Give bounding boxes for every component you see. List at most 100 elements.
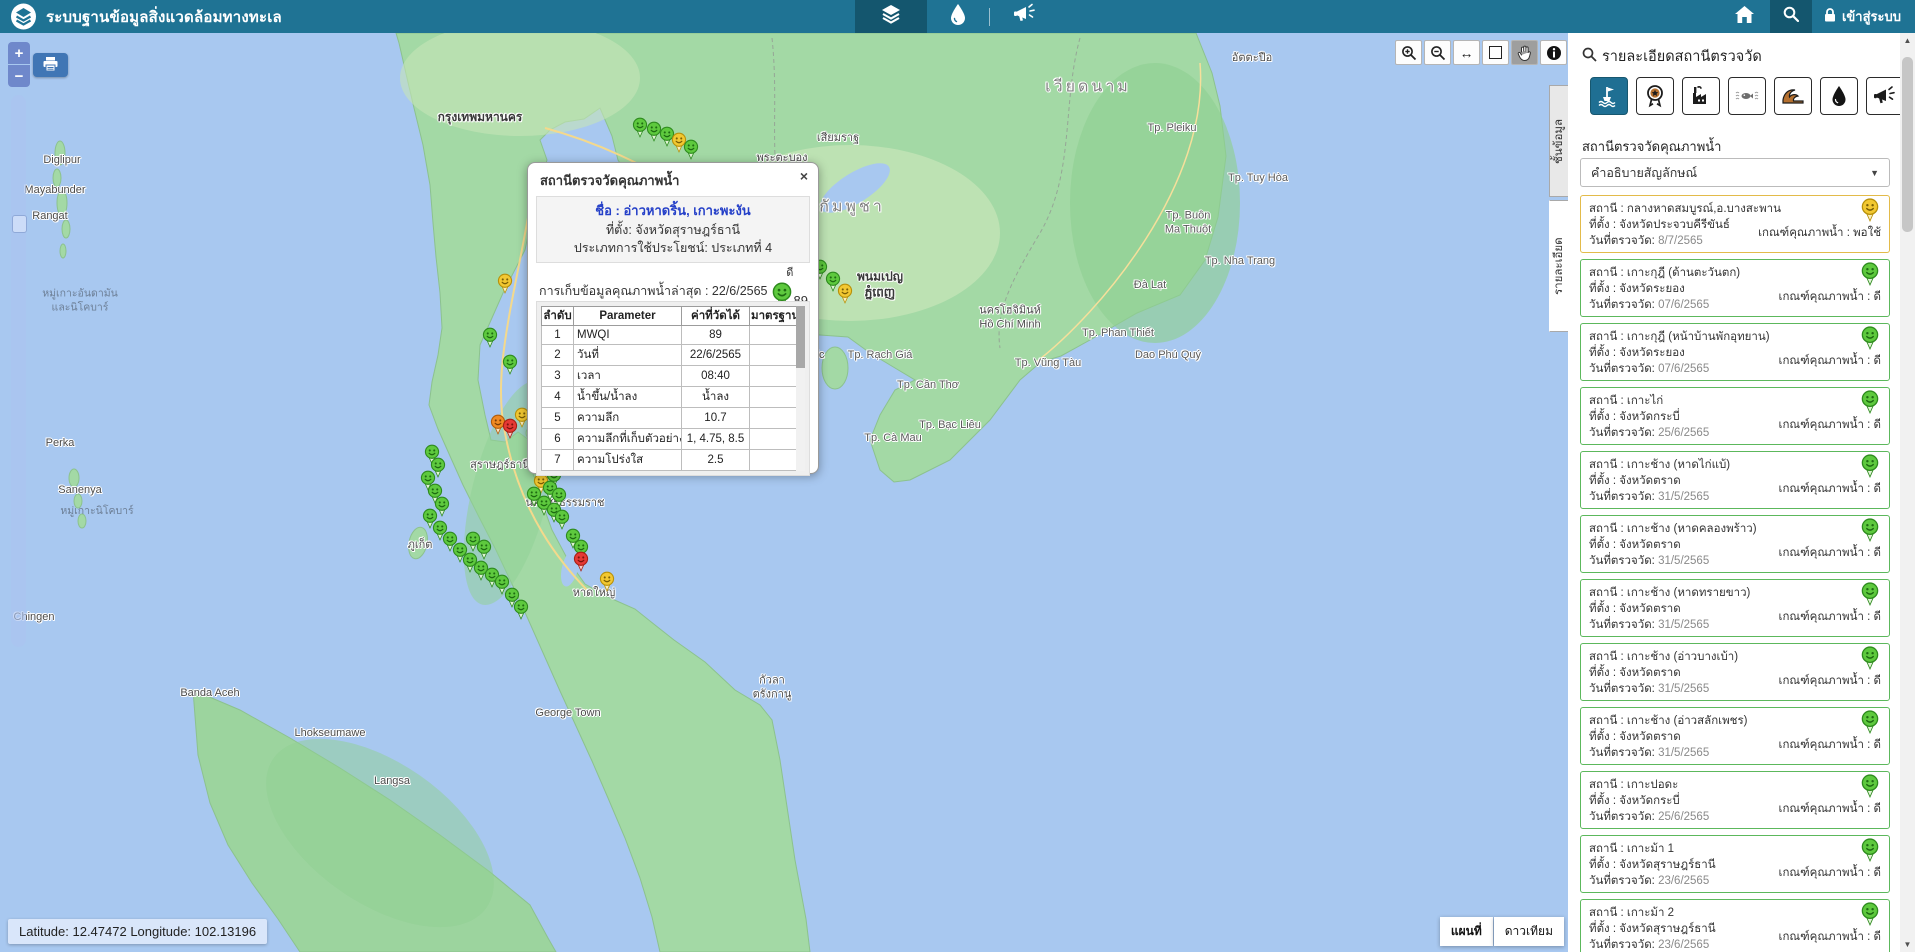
filter-factory[interactable] [1682, 77, 1720, 115]
zoom-in-box-tool[interactable] [1395, 40, 1422, 65]
layers-tool-button[interactable] [855, 0, 927, 33]
station-marker-g[interactable] [514, 599, 529, 625]
table-cell: 22/6/2565 [682, 345, 750, 366]
filter-award[interactable] [1636, 77, 1674, 115]
print-button[interactable] [33, 53, 68, 77]
station-marker-y[interactable] [498, 273, 513, 299]
zoom-slider-handle[interactable] [12, 215, 27, 233]
table-cell: 5 [542, 408, 574, 429]
megaphone-icon [1873, 85, 1897, 107]
table-header: Parameter [574, 307, 682, 326]
login-button[interactable]: เข้าสู่ระบบ [1812, 6, 1915, 27]
table-header: ลำดับ [542, 307, 574, 326]
table-cell: ความลึกที่เก็บตัวอย่าง [574, 429, 682, 450]
table-header: ค่าที่วัดได้ [682, 307, 750, 326]
filter-fish-sonar[interactable] [1728, 77, 1766, 115]
table-row: 5ความลึก10.7 [542, 408, 800, 429]
table-cell: 89 [682, 326, 750, 345]
filter-wave-erosion[interactable] [1774, 77, 1812, 115]
fish-sonar-icon [1735, 88, 1759, 104]
station-marker-g[interactable] [633, 117, 648, 143]
search-button[interactable] [1770, 0, 1812, 33]
map-zoom-out-button[interactable]: − [8, 65, 30, 87]
search-icon [1582, 47, 1597, 66]
map-zoom-in-button[interactable]: + [8, 42, 30, 64]
table-cell: 6 [542, 429, 574, 450]
scroll-up-arrow[interactable]: ▲ [1900, 33, 1915, 48]
station-marker-r[interactable] [574, 551, 589, 577]
station-card[interactable]: สถานี : เกาะม้า 2ที่ตั้ง : จังหวัดสุราษฎ… [1580, 899, 1890, 952]
table-cell [750, 326, 800, 345]
station-card[interactable]: สถานี : เกาะช้าง (อ่าวบางเบ้า)ที่ตั้ง : … [1580, 643, 1890, 701]
filter-oil-drop[interactable] [1820, 77, 1858, 115]
station-card[interactable]: สถานี : เกาะช้าง (อ่าวสลักเพชร)ที่ตั้ง :… [1580, 707, 1890, 765]
table-cell: เวลา [574, 366, 682, 387]
rectangle-icon [1489, 46, 1502, 59]
station-card[interactable]: สถานี : เกาะม้า 1ที่ตั้ง : จังหวัดสุราษฎ… [1580, 835, 1890, 893]
map-type-satellite-button[interactable]: ดาวเทียม [1494, 917, 1564, 946]
table-cell: 1 [542, 326, 574, 345]
station-marker-y[interactable] [600, 571, 615, 597]
home-button[interactable] [1720, 0, 1770, 33]
quality-pin-icon [1861, 582, 1879, 609]
map-zoom-slider[interactable] [11, 95, 26, 647]
station-quality: เกณฑ์คุณภาพน้ำ : พอใช้ [1758, 224, 1881, 242]
station-quality: เกณฑ์คุณภาพน้ำ : ดี [1779, 608, 1881, 626]
station-card[interactable]: สถานี : เกาะปอดะที่ตั้ง : จังหวัดกระบี่ว… [1580, 771, 1890, 829]
quality-pin-icon [1861, 262, 1879, 289]
table-cell: ความลึก [574, 408, 682, 429]
hand-icon [1517, 45, 1532, 61]
tab-data-layers[interactable]: ชั้นข้อมูล [1549, 85, 1568, 197]
filter-announcement[interactable] [1866, 77, 1904, 115]
table-cell: น้ำขึ้น/น้ำลง [574, 387, 682, 408]
pan-extent-tool[interactable]: ↔ [1453, 40, 1480, 65]
table-row: 7ความโปร่งใส2.5 [542, 450, 800, 471]
table-cell [750, 429, 800, 450]
popup-close-icon[interactable]: × [800, 168, 808, 184]
sidebar-scrollbar[interactable]: ▲ ▼ [1900, 33, 1915, 952]
station-marker-g[interactable] [477, 539, 492, 565]
table-scrollbar[interactable] [796, 306, 805, 471]
station-marker-g[interactable] [503, 354, 518, 380]
quality-pin-icon [1861, 326, 1879, 353]
zoom-out-box-tool[interactable] [1424, 40, 1451, 65]
popup-station-name: ชื่อ : อ่าวหาดริ้น, เกาะพะงัน [539, 201, 807, 221]
top-navbar: ระบบฐานข้อมูลสิ่งแวดล้อมทางทะเล [0, 0, 1915, 33]
station-card[interactable]: สถานี : เกาะช้าง (หาดไก่แบ้)ที่ตั้ง : จั… [1580, 451, 1890, 509]
station-card[interactable]: สถานี : เกาะช้าง (หาดคลองพร้าว)ที่ตั้ง :… [1580, 515, 1890, 573]
legend-dropdown[interactable]: คำอธิบายสัญลักษณ์ ▼ [1580, 158, 1890, 187]
station-card[interactable]: สถานี : เกาะไก่ที่ตั้ง : จังหวัดกระบี่วั… [1580, 387, 1890, 445]
table-cell: 2 [542, 345, 574, 366]
scroll-down-arrow[interactable]: ▼ [1900, 937, 1915, 952]
station-date: วันที่ตรวจวัด: 8/7/2565 [1589, 232, 1703, 250]
station-card[interactable]: สถานี : เกาะกุฎี (ด้านตะวันตก)ที่ตั้ง : … [1580, 259, 1890, 317]
table-row: 4น้ำขึ้น/น้ำลงน้ำลง [542, 387, 800, 408]
table-cell: MWQI [574, 326, 682, 345]
station-marker-y[interactable] [838, 283, 853, 309]
station-quality: เกณฑ์คุณภาพน้ำ : ดี [1779, 736, 1881, 754]
table-cell: 1, 4.75, 8.5 [682, 429, 750, 450]
map-canvas[interactable]: กรุงเทพมหานครเวียดนามกัมพูชาพนมเปญ ភ្នំព… [0, 33, 1568, 952]
quality-pin-icon [1861, 774, 1879, 801]
info-tool[interactable] [1540, 40, 1567, 65]
station-marker-g[interactable] [483, 327, 498, 353]
rectangle-select-tool[interactable] [1482, 40, 1509, 65]
station-date: วันที่ตรวจวัด: 25/6/2565 [1589, 424, 1709, 442]
station-card[interactable]: สถานี : เกาะช้าง (หาดทรายขาว)ที่ตั้ง : จ… [1580, 579, 1890, 637]
pan-hand-tool[interactable] [1511, 40, 1538, 65]
lock-icon [1824, 8, 1836, 25]
tab-details[interactable]: รายละเอียด [1549, 200, 1568, 332]
map-type-map-button[interactable]: แผนที่ [1440, 917, 1493, 946]
station-quality: เกณฑ์คุณภาพน้ำ : ดี [1779, 480, 1881, 498]
layers-icon [879, 2, 903, 31]
scrollbar-thumb[interactable] [1902, 57, 1913, 232]
announce-tool-button[interactable] [990, 0, 1060, 33]
station-card[interactable]: สถานี : กลางหาดสมบูรณ์,อ.บางสะพานที่ตั้ง… [1580, 195, 1890, 253]
station-card[interactable]: สถานี : เกาะกุฎี (หน้าบ้านพักอุทยาน)ที่ต… [1580, 323, 1890, 381]
table-cell: 2.5 [682, 450, 750, 471]
printer-icon [42, 56, 59, 75]
app-logo [10, 3, 37, 30]
filter-marine-station[interactable] [1590, 77, 1628, 115]
quality-pin-icon [1861, 518, 1879, 545]
water-tool-button[interactable] [927, 0, 989, 33]
